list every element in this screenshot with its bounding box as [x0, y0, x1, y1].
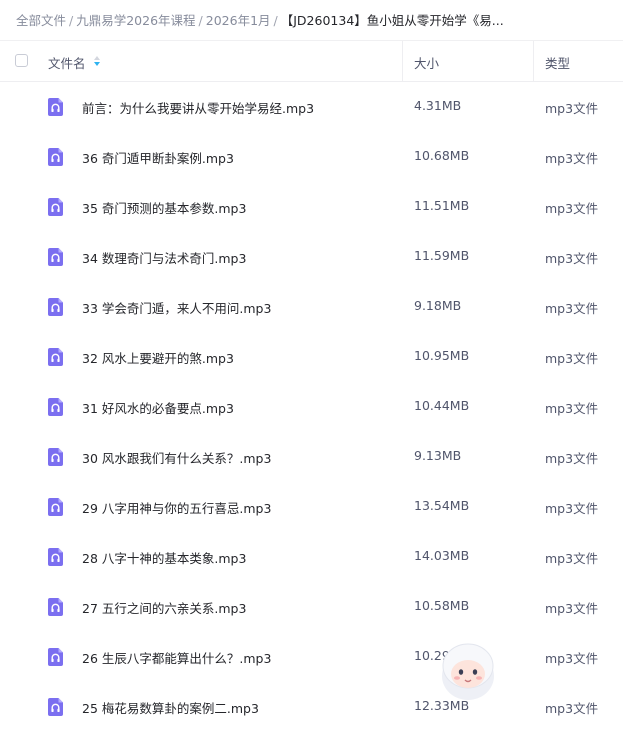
- table-row[interactable]: 前言：为什么我要讲从零开始学易经.mp3 4.31MB mp3文件: [0, 82, 623, 132]
- file-type: mp3文件: [545, 651, 599, 666]
- file-size: 10.58MB: [414, 598, 470, 613]
- file-type: mp3文件: [545, 551, 599, 566]
- breadcrumb-item-all-files[interactable]: 全部文件: [16, 13, 66, 28]
- headphones-audio-file-icon: [46, 697, 66, 717]
- file-name[interactable]: 33 学会奇门遁，来人不用问.mp3: [82, 298, 271, 317]
- table-row[interactable]: 32 风水上要避开的煞.mp3 10.95MB mp3文件: [0, 332, 623, 382]
- file-type: mp3文件: [545, 451, 599, 466]
- mascot-icon[interactable]: [438, 636, 498, 706]
- file-type: mp3文件: [545, 201, 599, 216]
- file-type: mp3文件: [545, 151, 599, 166]
- file-type: mp3文件: [545, 301, 599, 316]
- sort-icon[interactable]: [93, 54, 101, 68]
- headphones-audio-file-icon: [46, 397, 66, 417]
- file-size: 9.13MB: [414, 448, 462, 463]
- table-header: 文件名 大小 类型: [0, 40, 623, 82]
- file-name[interactable]: 31 好风水的必备要点.mp3: [82, 398, 234, 417]
- column-divider[interactable]: [402, 41, 403, 81]
- table-row[interactable]: 27 五行之间的六亲关系.mp3 10.58MB mp3文件: [0, 582, 623, 632]
- column-header-size[interactable]: 大小: [414, 53, 439, 72]
- file-name[interactable]: 前言：为什么我要讲从零开始学易经.mp3: [82, 98, 314, 117]
- file-size: 10.95MB: [414, 348, 470, 363]
- headphones-audio-file-icon: [46, 497, 66, 517]
- file-type: mp3文件: [545, 351, 599, 366]
- breadcrumb-separator: /: [69, 13, 74, 28]
- table-row[interactable]: 28 八字十神的基本类象.mp3 14.03MB mp3文件: [0, 532, 623, 582]
- file-name[interactable]: 25 梅花易数算卦的案例二.mp3: [82, 698, 259, 717]
- file-size: 10.68MB: [414, 148, 470, 163]
- file-type: mp3文件: [545, 101, 599, 116]
- headphones-audio-file-icon: [46, 447, 66, 467]
- headphones-audio-file-icon: [46, 647, 66, 667]
- file-type: mp3文件: [545, 501, 599, 516]
- file-name[interactable]: 26 生辰八字都能算出什么？.mp3: [82, 648, 271, 667]
- headphones-audio-file-icon: [46, 347, 66, 367]
- breadcrumb-current: 【JD260134】鱼小姐从零开始学《易...: [280, 13, 504, 28]
- file-type: mp3文件: [545, 701, 599, 716]
- table-row[interactable]: 31 好风水的必备要点.mp3 10.44MB mp3文件: [0, 382, 623, 432]
- headphones-audio-file-icon: [46, 547, 66, 567]
- file-name[interactable]: 32 风水上要避开的煞.mp3: [82, 348, 234, 367]
- file-name[interactable]: 36 奇门遁甲断卦案例.mp3: [82, 148, 234, 167]
- table-row[interactable]: 35 奇门预测的基本参数.mp3 11.51MB mp3文件: [0, 182, 623, 232]
- breadcrumb: 全部文件 / 九鼎易学2026年课程/2026年1月 / 【JD260134】鱼小姐从零…: [16, 11, 504, 31]
- file-type: mp3文件: [545, 601, 599, 616]
- headphones-audio-file-icon: [46, 197, 66, 217]
- column-header-type[interactable]: 类型: [545, 53, 570, 72]
- select-all-checkbox[interactable]: [15, 54, 28, 67]
- file-type: mp3文件: [545, 401, 599, 416]
- breadcrumb-item-course[interactable]: 九鼎易学2026年课程: [76, 13, 195, 28]
- file-name[interactable]: 27 五行之间的六亲关系.mp3: [82, 598, 246, 617]
- file-size: 11.51MB: [414, 198, 470, 213]
- headphones-audio-file-icon: [46, 247, 66, 267]
- table-row[interactable]: 33 学会奇门遁，来人不用问.mp3 9.18MB mp3文件: [0, 282, 623, 332]
- table-row[interactable]: 30 风水跟我们有什么关系？.mp3 9.13MB mp3文件: [0, 432, 623, 482]
- column-divider[interactable]: [533, 41, 534, 81]
- headphones-audio-file-icon: [46, 147, 66, 167]
- file-size: 11.59MB: [414, 248, 470, 263]
- file-type: mp3文件: [545, 251, 599, 266]
- headphones-audio-file-icon: [46, 97, 66, 117]
- file-size: 9.18MB: [414, 298, 462, 313]
- headphones-audio-file-icon: [46, 597, 66, 617]
- table-row[interactable]: 26 生辰八字都能算出什么？.mp3 10.29MB mp3文件: [0, 632, 623, 682]
- column-header-name[interactable]: 文件名: [48, 53, 86, 72]
- breadcrumb-separator: /: [273, 13, 278, 28]
- file-size: 14.03MB: [414, 548, 470, 563]
- file-name[interactable]: 35 奇门预测的基本参数.mp3: [82, 198, 246, 217]
- table-row[interactable]: 36 奇门遁甲断卦案例.mp3 10.68MB mp3文件: [0, 132, 623, 182]
- breadcrumb-item-month[interactable]: 2026年1月: [206, 13, 271, 28]
- file-name[interactable]: 28 八字十神的基本类象.mp3: [82, 548, 246, 567]
- file-name[interactable]: 29 八字用神与你的五行喜忌.mp3: [82, 498, 271, 517]
- table-row[interactable]: 25 梅花易数算卦的案例二.mp3 12.33MB mp3文件: [0, 682, 623, 732]
- table-row[interactable]: 34 数理奇门与法术奇门.mp3 11.59MB mp3文件: [0, 232, 623, 282]
- file-size: 13.54MB: [414, 498, 470, 513]
- file-name[interactable]: 34 数理奇门与法术奇门.mp3: [82, 248, 246, 267]
- file-size: 10.44MB: [414, 398, 470, 413]
- file-size: 4.31MB: [414, 98, 462, 113]
- headphones-audio-file-icon: [46, 297, 66, 317]
- file-name[interactable]: 30 风水跟我们有什么关系？.mp3: [82, 448, 271, 467]
- breadcrumb-separator: /: [198, 13, 203, 28]
- table-row[interactable]: 29 八字用神与你的五行喜忌.mp3 13.54MB mp3文件: [0, 482, 623, 532]
